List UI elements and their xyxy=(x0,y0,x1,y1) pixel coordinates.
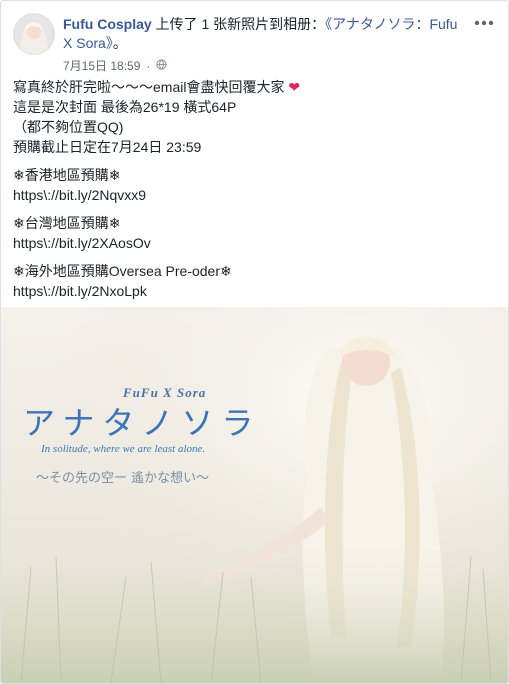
avatar-image xyxy=(14,14,54,54)
body-line-1-text: 寫真終於肝完啦～～～email會盡快回覆大家 xyxy=(13,79,285,95)
body-line-1: 寫真終於肝完啦～～～email會盡快回覆大家 ❤ xyxy=(13,77,493,97)
hk-preorder-title: ❄香港地區預購❄ xyxy=(13,167,121,183)
os-preorder-link[interactable]: https\://bit.ly/2NxoLpk xyxy=(13,281,493,301)
photo-illustration xyxy=(1,307,508,683)
author-name[interactable]: Fufu Cosplay xyxy=(63,16,152,32)
post-timestamp[interactable]: 7月15日 18:59 xyxy=(63,57,140,74)
tw-preorder-title: ❄台灣地區預購❄ xyxy=(13,215,121,231)
more-options-icon[interactable] xyxy=(472,13,496,33)
post-headline: Fufu Cosplay 上传了 1 张新照片到相册：《アナタノソラ：Fufu … xyxy=(63,15,463,53)
post-action-text: 上传了 1 张新照片到相册： xyxy=(151,16,326,32)
tw-preorder-link[interactable]: https\://bit.ly/2XAosOv xyxy=(13,233,493,253)
photo-subtitle-text: ～その先の空ー 遙かな想い～ xyxy=(36,471,210,486)
os-preorder-title: ❄海外地區預購Oversea Pre-oder❄ xyxy=(13,263,232,279)
avatar[interactable] xyxy=(13,13,55,55)
album-suffix: 。 xyxy=(112,35,127,51)
hk-preorder-link[interactable]: https\://bit.ly/2Nqvxx9 xyxy=(13,185,493,205)
body-line-4: 預購截止日定在7月24日 23:59 xyxy=(13,139,202,155)
separator-dot: · xyxy=(146,58,151,73)
post-body: 寫真終於肝完啦～～～email會盡快回覆大家 ❤ 這是是次封面 最後為26*19… xyxy=(13,77,493,301)
post-card: Fufu Cosplay 上传了 1 张新照片到相册：《アナタノソラ：Fufu … xyxy=(0,0,509,684)
body-line-2: 這是是次封面 最後為26*19 橫式64P xyxy=(13,99,237,115)
body-line-3: （都不夠位置QQ) xyxy=(13,119,124,135)
post-photo[interactable] xyxy=(1,307,508,683)
photo-tagline-text: In solitude, where we are least alone. xyxy=(41,443,206,455)
photo-title-text: アナタノソラ xyxy=(23,404,262,442)
post-meta: 7月15日 18:59 · xyxy=(63,57,168,74)
globe-icon[interactable] xyxy=(156,58,168,73)
post-header: Fufu Cosplay 上传了 1 张新照片到相册：《アナタノソラ：Fufu … xyxy=(13,13,496,73)
red-heart-emoji-icon: ❤ xyxy=(288,79,301,95)
